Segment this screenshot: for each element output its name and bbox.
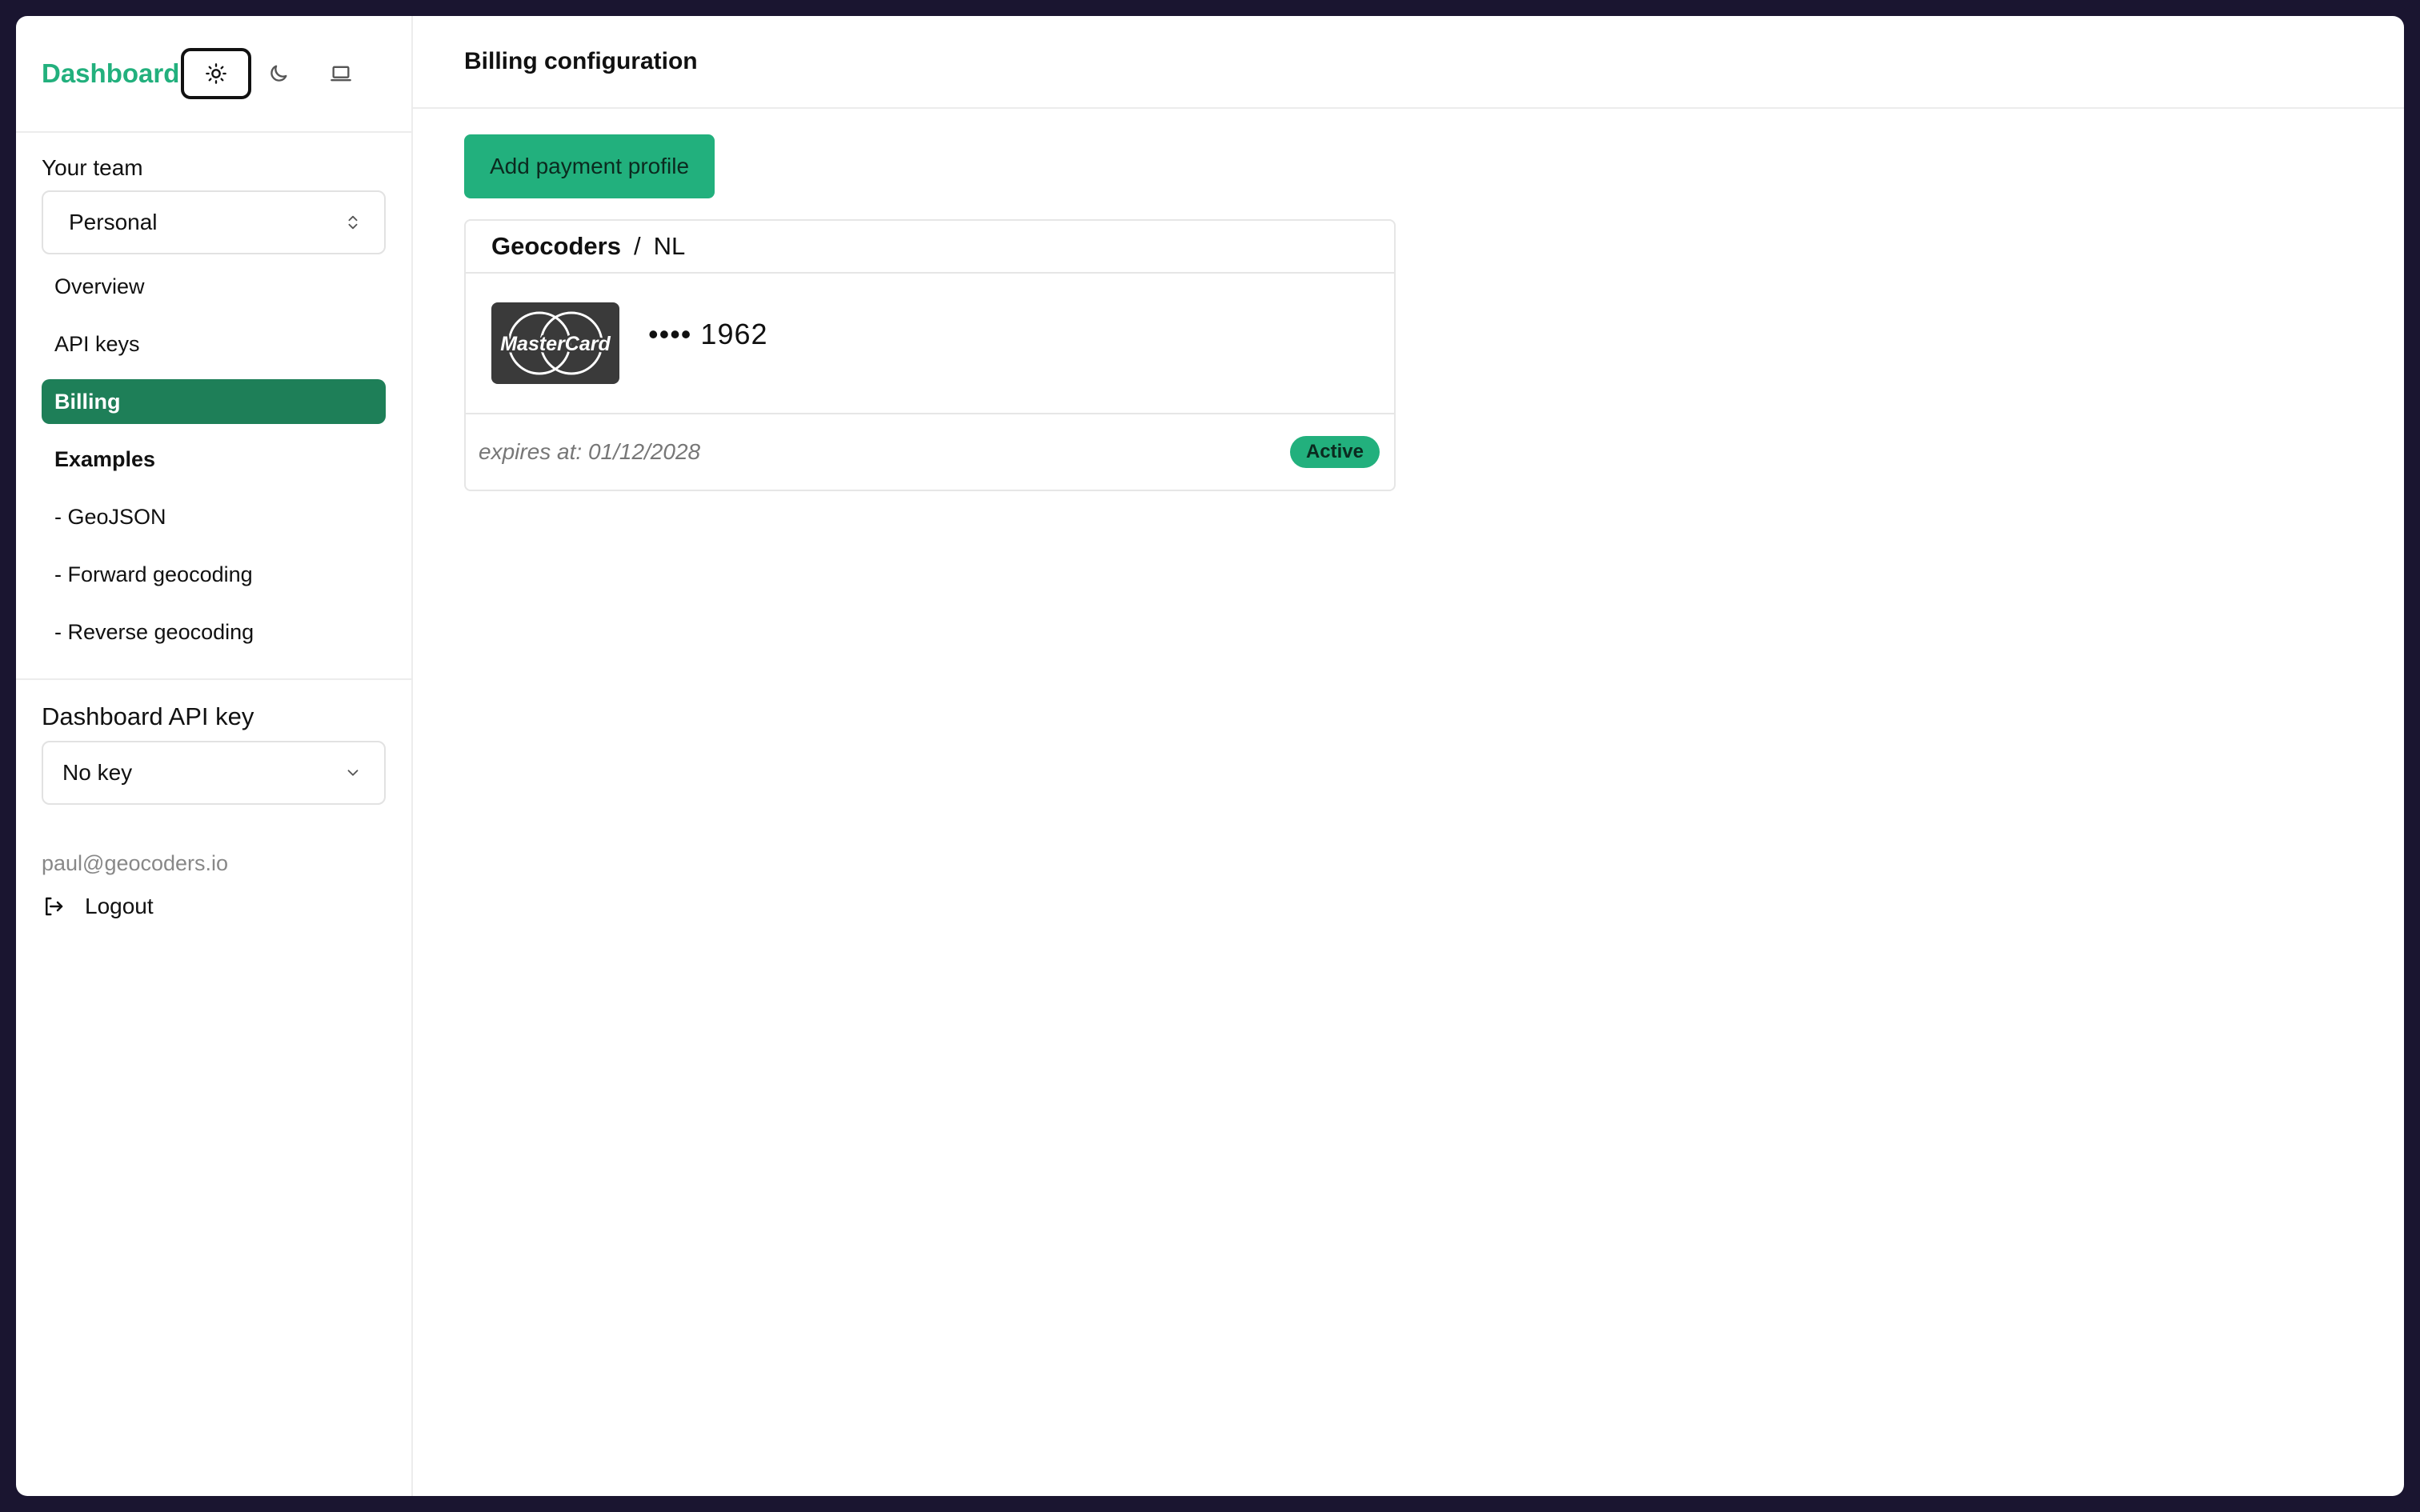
sidebar-header: Dashboard bbox=[16, 16, 411, 133]
chevron-up-down-icon bbox=[348, 215, 358, 230]
nav-item-billing[interactable]: Billing bbox=[42, 379, 386, 424]
dark-theme-button[interactable] bbox=[243, 48, 314, 99]
system-theme-button[interactable] bbox=[306, 48, 376, 99]
laptop-icon bbox=[331, 66, 352, 82]
chevron-down-icon bbox=[347, 770, 359, 776]
app-window: Dashboard Your team Personal Overview AP… bbox=[16, 16, 2404, 1496]
payment-profile-footer: expires at: 01/12/2028 Active bbox=[466, 414, 1394, 490]
team-select[interactable]: Personal bbox=[42, 190, 386, 254]
sun-icon bbox=[206, 63, 227, 84]
logout-label: Logout bbox=[85, 894, 154, 918]
billing-content: Add payment profile Geocoders / NL Maste… bbox=[413, 109, 2404, 491]
payment-profile-header: Geocoders / NL bbox=[466, 221, 1394, 274]
status-badge: Active bbox=[1289, 436, 1380, 468]
main-content: Billing configuration Add payment profil… bbox=[413, 16, 2404, 1496]
nav-item-api-keys[interactable]: API keys bbox=[42, 322, 386, 366]
team-label: Your team bbox=[42, 155, 143, 180]
moon-icon bbox=[270, 65, 287, 82]
card-number: •••• 1962 bbox=[648, 318, 768, 350]
profile-country: NL bbox=[653, 232, 686, 260]
mastercard-logo: MasterCard bbox=[491, 302, 619, 384]
nav-heading-examples: Examples bbox=[54, 446, 156, 471]
api-key-select-value: No key bbox=[62, 760, 133, 785]
sidebar: Dashboard Your team Personal Overview AP… bbox=[16, 16, 413, 1496]
profile-separator: / bbox=[633, 232, 641, 260]
api-key-select[interactable]: No key bbox=[42, 741, 386, 805]
user-email: paul@geocoders.io bbox=[42, 851, 229, 875]
api-key-label: Dashboard API key bbox=[42, 702, 254, 730]
light-theme-button[interactable] bbox=[181, 48, 252, 99]
nav-item-overview[interactable]: Overview bbox=[42, 264, 386, 309]
payment-profile-card: Geocoders / NL MasterCard •••• 1962 expi… bbox=[464, 219, 1396, 491]
card-expiry: expires at: 01/12/2028 bbox=[479, 439, 701, 464]
team-section: Your team Personal bbox=[16, 155, 411, 254]
sidebar-divider bbox=[16, 678, 411, 680]
logout-button[interactable]: Logout bbox=[42, 894, 386, 919]
profile-org: Geocoders bbox=[491, 232, 621, 260]
logout-icon bbox=[46, 897, 63, 916]
nav-item-forward-geocoding[interactable]: - Forward geocoding bbox=[42, 552, 386, 597]
sidebar-nav: Overview API keys Billing Examples - Geo… bbox=[16, 254, 411, 654]
team-select-value: Personal bbox=[69, 210, 158, 234]
api-key-section: Dashboard API key No key paul@geocoders.… bbox=[16, 702, 411, 919]
nav-item-geojson[interactable]: - GeoJSON bbox=[42, 494, 386, 539]
nav-item-reverse-geocoding[interactable]: - Reverse geocoding bbox=[42, 610, 386, 654]
add-payment-profile-button[interactable]: Add payment profile bbox=[464, 134, 715, 198]
svg-text:MasterCard: MasterCard bbox=[500, 333, 611, 355]
brand-link[interactable]: Dashboard bbox=[42, 58, 179, 89]
page-title: Billing configuration bbox=[413, 16, 2404, 109]
payment-card-details: MasterCard •••• 1962 bbox=[466, 274, 1394, 414]
